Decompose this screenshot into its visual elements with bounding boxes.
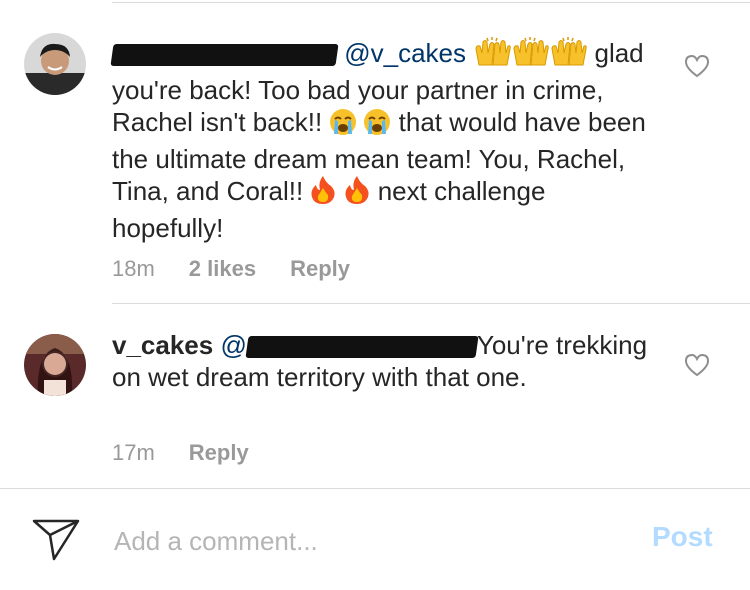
composer-divider (0, 488, 750, 489)
likes-count[interactable]: 2 likes (189, 256, 256, 282)
comment-divider (112, 303, 750, 304)
raised-hands-icon (473, 37, 511, 74)
comment-input[interactable] (114, 521, 614, 561)
heart-outline-icon[interactable] (684, 54, 710, 78)
comment-timestamp: 17m (112, 440, 155, 465)
comment-meta: 17m Reply (112, 440, 249, 466)
heart-outline-icon[interactable] (684, 353, 710, 377)
post-button[interactable]: Post (652, 521, 713, 553)
mention-link[interactable]: @v_cakes (344, 38, 466, 68)
avatar[interactable] (24, 334, 86, 396)
raised-hands-icon (549, 37, 587, 74)
mention-link[interactable]: @ (220, 330, 479, 360)
raised-hands-icon (511, 37, 549, 74)
comment-body: v_cakes @ You're trekking on wet dream te… (112, 329, 657, 393)
loudly-crying-face-icon (363, 108, 391, 143)
fire-icon (310, 175, 336, 212)
comment-body: @v_cakes glad you're back! Too bad your … (110, 37, 657, 244)
mention-prefix: @ (220, 330, 247, 360)
top-divider (112, 2, 750, 3)
avatar[interactable] (24, 33, 86, 95)
loudly-crying-face-icon (329, 108, 357, 143)
redacted-username (245, 336, 479, 358)
comment-timestamp: 18m (112, 256, 155, 281)
send-icon[interactable] (32, 518, 80, 567)
comment-meta: 18m 2 likes Reply (112, 256, 350, 282)
fire-icon (344, 175, 370, 212)
reply-button[interactable]: Reply (189, 440, 249, 466)
reply-button[interactable]: Reply (290, 256, 350, 282)
comment-username[interactable]: v_cakes (112, 330, 213, 360)
redacted-username (110, 44, 339, 66)
